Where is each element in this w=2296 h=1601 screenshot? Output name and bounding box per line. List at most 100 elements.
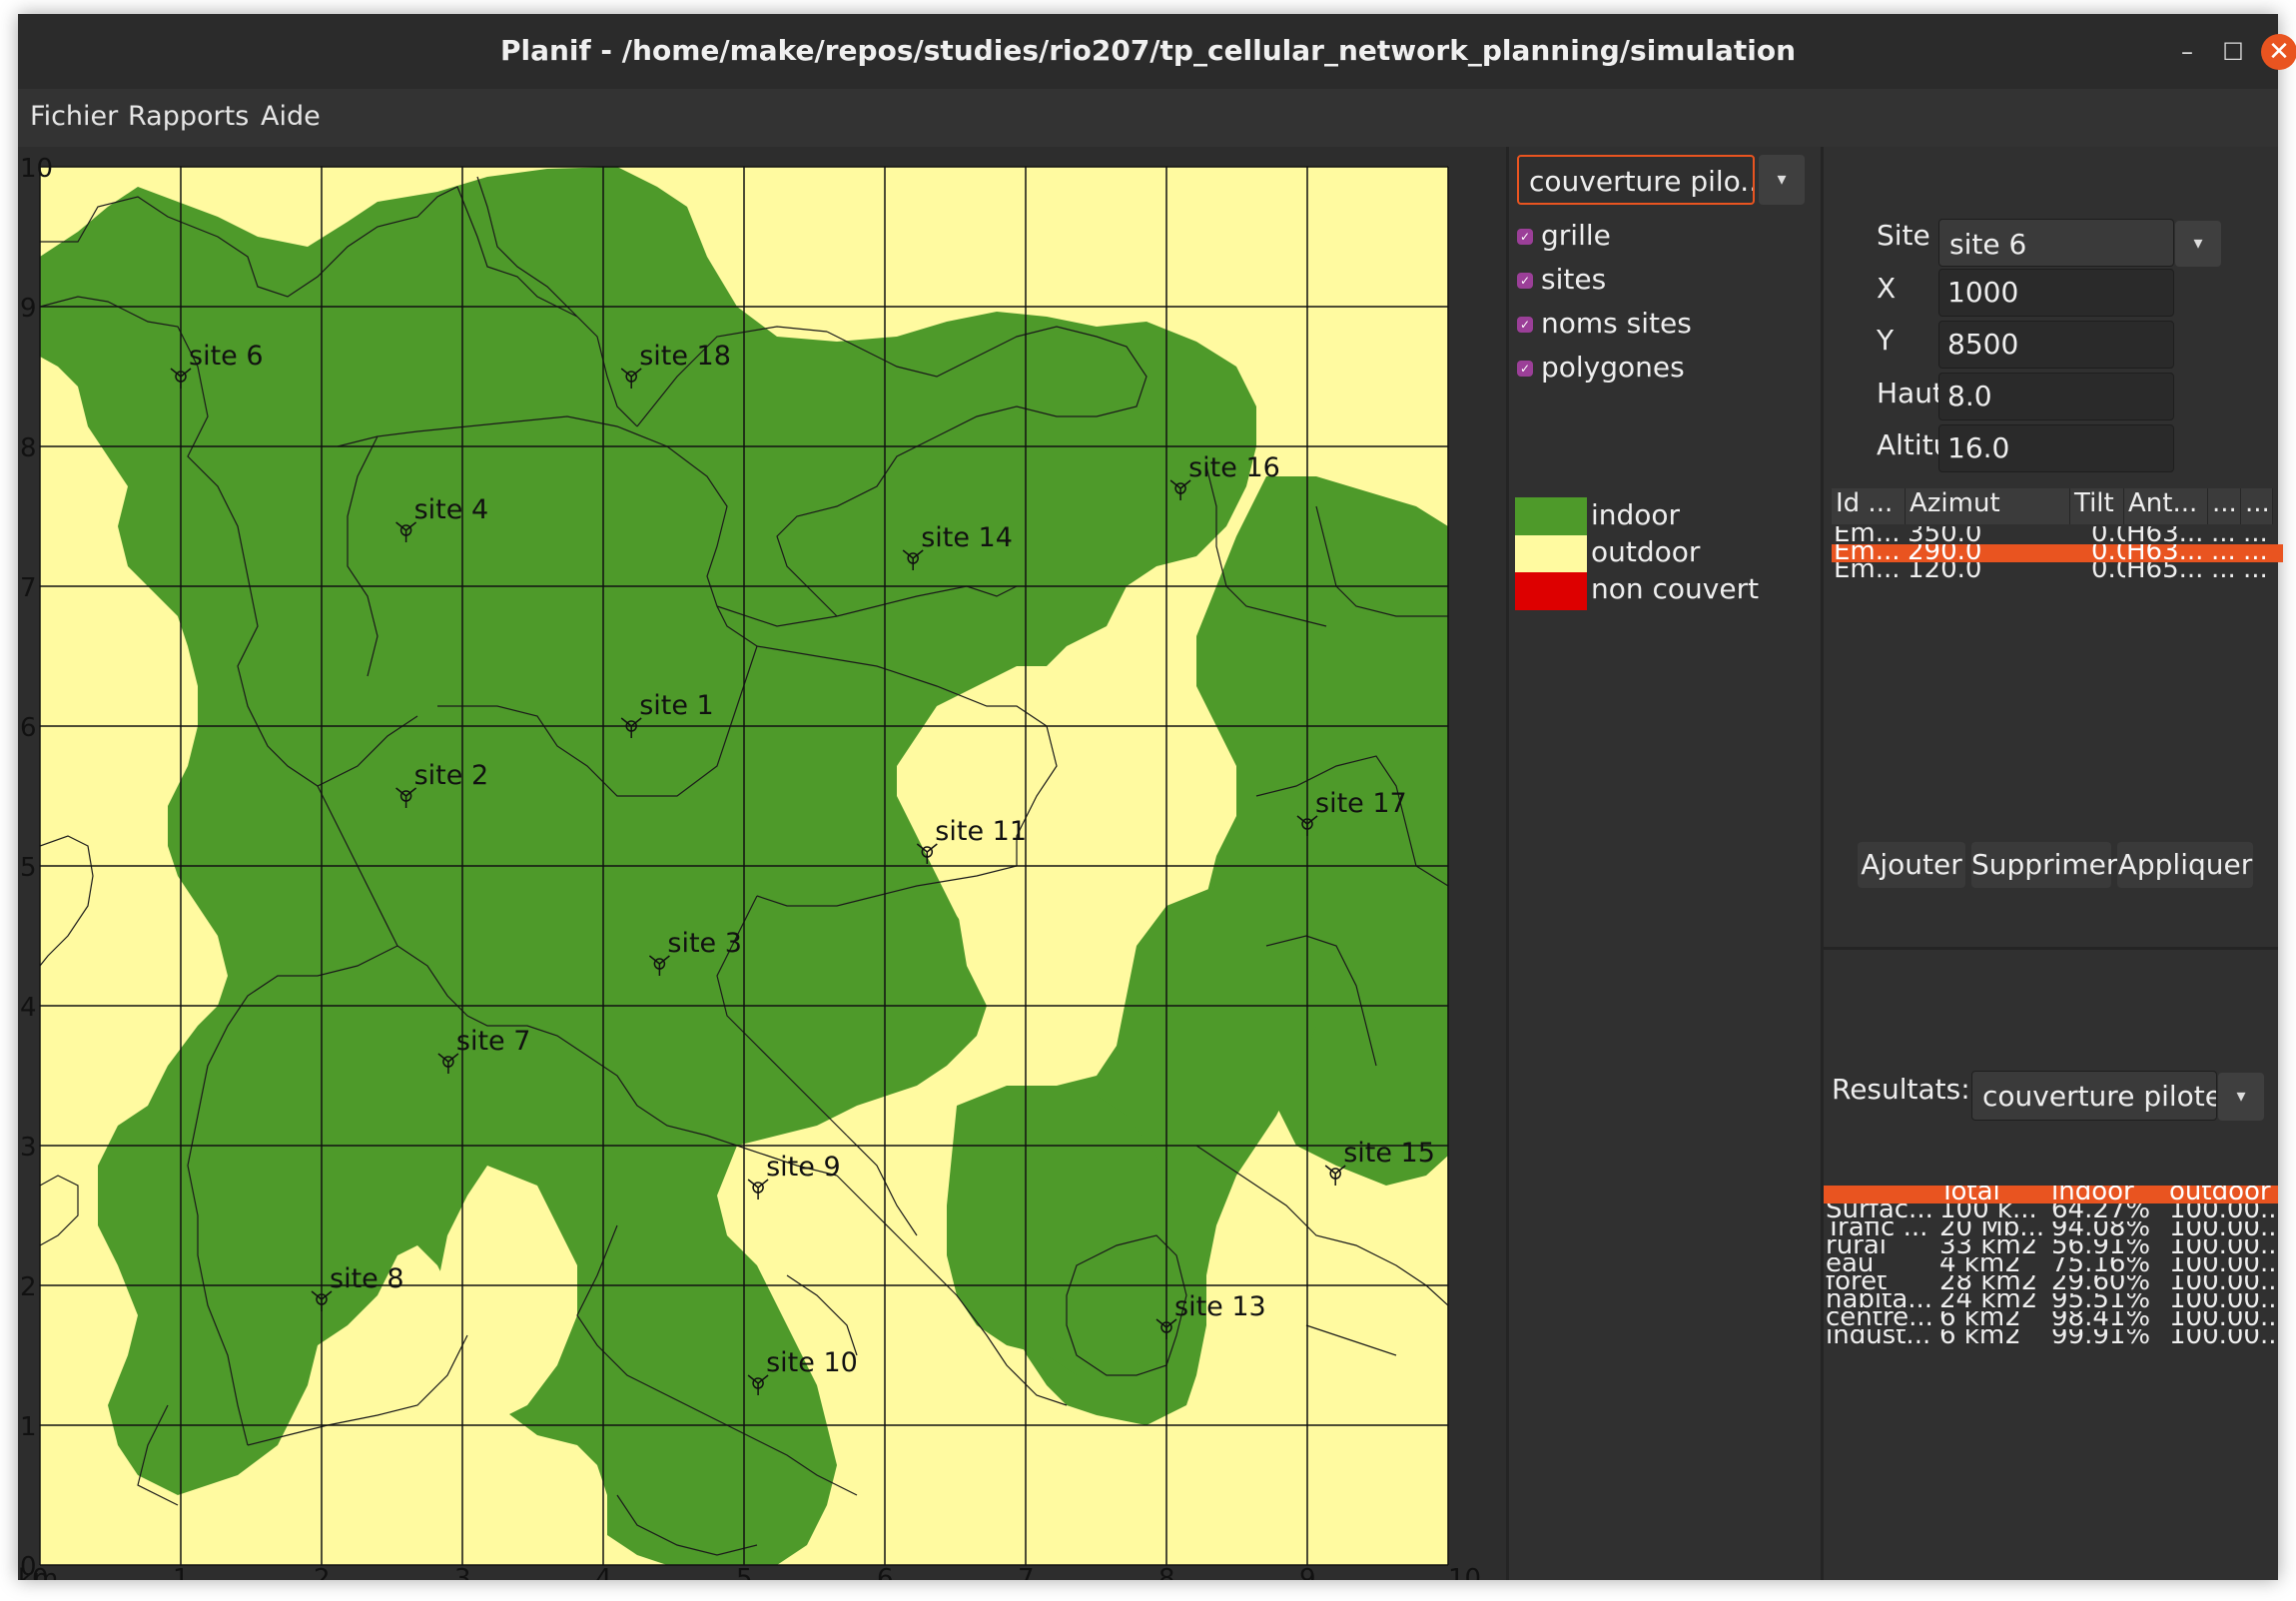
table-row[interactable]: centre... 6 km2 98.41% 100.00... [1824, 1311, 2278, 1329]
y-tick-label: 7 [20, 573, 37, 603]
cell-id: Em... [1834, 526, 1901, 544]
cell-label: Trafic ... [1826, 1221, 1928, 1239]
column-header-more[interactable]: ... [2208, 488, 2241, 524]
cell-tilt: 0.0 [2091, 526, 2125, 544]
legend-swatch-outdoor [1515, 535, 1587, 573]
cell-azimut: 120.0 [1908, 562, 1982, 580]
x-label: X [1877, 272, 1897, 305]
minimize-button[interactable]: – [2169, 34, 2205, 70]
x-tick-label: 5 [736, 1564, 753, 1580]
layer-select[interactable]: couverture pilo... [1517, 155, 1755, 205]
splitter[interactable] [1824, 947, 2278, 950]
site-name-label: site 18 [639, 341, 731, 372]
cell-outdoor: 100.00... [2169, 1239, 2277, 1257]
close-button[interactable]: ✕ [2261, 34, 2296, 70]
table-row[interactable]: Surfac... 100 k... 64.27% 100.00... [1824, 1203, 2278, 1221]
cell-label: indust... [1826, 1329, 1931, 1347]
cell-azimut: 350.0 [1908, 526, 1982, 544]
x-field[interactable]: 1000 [1938, 269, 2174, 317]
cell-outdoor: 100.00... [2169, 1221, 2277, 1239]
app-window: Planif - /home/make/repos/studies/rio207… [18, 14, 2296, 1594]
cell-label: rural [1826, 1239, 1888, 1257]
table-row[interactable]: Trafic ... 20 Mb... 94.08% 100.00... [1824, 1221, 2278, 1239]
site-name-label: site 9 [766, 1152, 841, 1183]
cell-label: eau [1826, 1257, 1875, 1275]
column-header-id[interactable]: Id ... [1832, 488, 1906, 524]
site-select[interactable]: site 6 [1938, 219, 2174, 267]
site-name-label: site 4 [414, 494, 489, 525]
title-bar: Planif - /home/make/repos/studies/rio207… [18, 14, 2296, 89]
menu-fichier[interactable]: Fichier [30, 101, 118, 132]
cell-outdoor: 100.00... [2169, 1311, 2277, 1329]
check-icon: ✓ [1517, 273, 1533, 289]
menu-rapports[interactable]: Rapports [128, 101, 249, 132]
site-name-label: site 11 [935, 816, 1027, 847]
checkbox-grille[interactable]: ✓ grille [1517, 219, 1611, 252]
cell-total: 20 Mb... [1939, 1221, 2045, 1239]
hauteur-field[interactable]: 8.0 [1938, 373, 2174, 420]
column-header-antenne[interactable]: Ant... [2124, 488, 2208, 524]
site-name-label: site 8 [330, 1263, 404, 1294]
table-row[interactable]: Em... 350.0 0.0 H63... ... ... [1832, 526, 2273, 544]
column-header-more[interactable]: ... [2241, 488, 2273, 524]
chevron-down-icon[interactable]: ▾ [2175, 221, 2221, 267]
delete-button[interactable]: Supprimer [1971, 842, 2117, 888]
results-select[interactable]: couverture pilote [1971, 1071, 2217, 1121]
legend-label-non-couvert: non couvert [1591, 572, 1760, 605]
results-table[interactable]: Total indoor outdoor Surfac... 100 k... … [1824, 1186, 2278, 1355]
y-tick-label: 3 [20, 1133, 37, 1163]
site-editor-panel: Site site 6 ▾ X 1000 Y 8500 Hauteur 8.0 … [1824, 147, 2283, 1580]
cell-label: habita... [1826, 1293, 1933, 1311]
table-row[interactable]: eau 4 km2 75.16% 100.00... [1824, 1257, 2278, 1275]
y-tick-label: 9 [20, 294, 37, 324]
y-tick-label: 6 [20, 713, 37, 743]
altitude-field[interactable]: 16.0 [1938, 424, 2174, 472]
chevron-down-icon[interactable]: ▾ [1759, 155, 1805, 205]
site-select-value: site 6 [1949, 228, 2027, 261]
table-row[interactable]: indust... 6 km2 99.91% 100.00... [1824, 1329, 2278, 1347]
cell-indoor: 64.27% [2051, 1203, 2151, 1221]
y-field[interactable]: 8500 [1938, 321, 2174, 369]
cell-total: 6 km2 [1939, 1329, 2021, 1347]
emitters-table[interactable]: Id ... Azimut Tilt Ant... ... ... Em... … [1832, 488, 2283, 598]
maximize-button[interactable]: ☐ [2215, 34, 2251, 70]
table-row[interactable]: rural 33 km2 56.91% 100.00... [1824, 1239, 2278, 1257]
x-tick-label: 6 [877, 1564, 894, 1580]
x-tick-label: 2 [314, 1564, 331, 1580]
legend-label-indoor: indoor [1591, 498, 1681, 531]
cell-more: ... [2243, 526, 2268, 544]
menu-bar: Fichier Rapports Aide [18, 89, 2278, 147]
results-header-indoor: indoor [2051, 1186, 2134, 1203]
table-row-selected[interactable]: Em... 290.0 0.0 H63... ... ... [1832, 544, 2283, 562]
table-row[interactable]: Em... 120.0 0.0 H65... ... ... [1832, 562, 2273, 580]
site-name-label: site 2 [414, 760, 489, 791]
apply-button[interactable]: Appliquer [2117, 842, 2253, 888]
check-icon: ✓ [1517, 229, 1533, 245]
results-select-value: couverture pilote [1982, 1080, 2217, 1113]
checkbox-polygones[interactable]: ✓ polygones [1517, 351, 1685, 384]
checkbox-sites[interactable]: ✓ sites [1517, 263, 1606, 296]
table-row[interactable]: foret 28 km2 29.60% 100.00... [1824, 1275, 2278, 1293]
cell-outdoor: 100.00... [2169, 1293, 2277, 1311]
column-header-tilt[interactable]: Tilt [2070, 488, 2124, 524]
coverage-map[interactable]: site 6 site 18 site 4 site 16 site 14 site 1 s… [18, 147, 1506, 1594]
chevron-down-icon[interactable]: ▾ [2218, 1073, 2264, 1121]
site-name-label: site 15 [1343, 1138, 1435, 1169]
column-header-azimut[interactable]: Azimut [1906, 488, 2070, 524]
results-header-outdoor: outdoor [2169, 1186, 2271, 1203]
check-icon: ✓ [1517, 361, 1533, 377]
cell-outdoor: 100.00... [2169, 1329, 2277, 1347]
x-tick-label: 3 [454, 1564, 471, 1580]
cell-outdoor: 100.00... [2169, 1203, 2277, 1221]
checkbox-noms-sites[interactable]: ✓ noms sites [1517, 307, 1692, 340]
cell-indoor: 56.91% [2051, 1239, 2151, 1257]
menu-aide[interactable]: Aide [261, 101, 321, 132]
cell-total: 28 km2 [1939, 1275, 2038, 1293]
results-header-row: Total indoor outdoor [1824, 1186, 2278, 1203]
coverage-map-canvas[interactable]: site 6 site 18 site 4 site 16 site 14 site 1 s… [18, 147, 1506, 1594]
cell-outdoor: 100.00... [2169, 1275, 2277, 1293]
y-tick-label: 2 [20, 1272, 37, 1302]
add-button[interactable]: Ajouter [1858, 842, 1965, 888]
cell-more: ... [2211, 526, 2236, 544]
table-row[interactable]: habita... 24 km2 95.51% 100.00... [1824, 1293, 2278, 1311]
